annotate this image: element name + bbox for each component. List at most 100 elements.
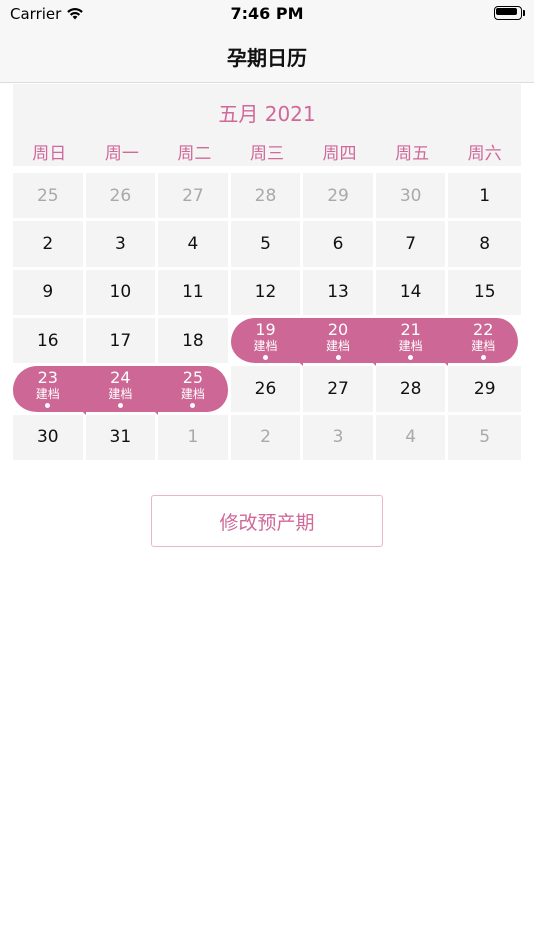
day-cell[interactable]: 18 bbox=[158, 317, 231, 367]
day-number: 2 bbox=[260, 427, 271, 448]
day-event-label: 建档 bbox=[471, 339, 496, 354]
day-cell[interactable]: 25 bbox=[13, 173, 86, 222]
day-cell[interactable]: 30 bbox=[13, 414, 86, 463]
day-cell[interactable]: 25 建档 bbox=[158, 366, 231, 415]
day-number: 23 bbox=[37, 368, 58, 388]
day-cell[interactable]: 10 bbox=[85, 269, 159, 318]
day-cell[interactable]: 28 bbox=[230, 173, 304, 222]
day-number: 21 bbox=[400, 320, 421, 340]
day-cell[interactable]: 23 建档 bbox=[13, 366, 86, 415]
day-number: 9 bbox=[42, 282, 54, 303]
month-title: 五月 2021 bbox=[218, 102, 316, 126]
day-number: 18 bbox=[182, 330, 204, 351]
app-screen: Carrier 7:46 PM 孕期日历 五月 2021 周日 周一 周二 周三… bbox=[0, 0, 534, 950]
day-event-label: 建档 bbox=[35, 387, 60, 402]
calendar-view: 五月 2021 周日 周一 周二 周三 周四 周五 周六 25 26 27 28 29 3… bbox=[13, 84, 521, 464]
event-dot-icon bbox=[117, 403, 123, 409]
page-title: 孕期日历 bbox=[227, 46, 307, 70]
day-number: 10 bbox=[109, 282, 132, 303]
day-cell[interactable]: 19 建档 bbox=[230, 317, 304, 367]
day-event-label: 建档 bbox=[108, 387, 133, 402]
day-cell[interactable]: 22 建档 bbox=[448, 317, 521, 367]
day-number: 26 bbox=[109, 185, 132, 206]
day-number: 30 bbox=[399, 185, 422, 206]
day-number: 19 bbox=[255, 320, 276, 340]
day-cell[interactable]: 16 bbox=[13, 317, 86, 367]
day-number: 24 bbox=[110, 368, 131, 388]
day-number: 6 bbox=[332, 233, 344, 254]
day-number: 20 bbox=[327, 320, 349, 340]
day-cell[interactable]: 5 bbox=[448, 414, 521, 463]
day-cell[interactable]: 2 bbox=[230, 414, 304, 463]
weekday-header: 周日 周一 周二 周三 周四 周五 周六 bbox=[13, 139, 521, 164]
day-cell[interactable]: 11 bbox=[158, 269, 231, 318]
day-cell[interactable]: 30 bbox=[375, 173, 449, 222]
day-cell[interactable]: 5 bbox=[230, 221, 304, 270]
day-number: 25 bbox=[36, 185, 59, 206]
day-number: 3 bbox=[114, 233, 126, 254]
weekday-label: 周日 bbox=[32, 144, 67, 164]
day-cell[interactable]: 7 bbox=[375, 221, 449, 270]
day-number: 3 bbox=[332, 427, 344, 448]
day-cell[interactable]: 29 bbox=[303, 173, 376, 222]
day-cell[interactable]: 24 建档 bbox=[85, 366, 159, 415]
day-cell[interactable]: 27 bbox=[303, 366, 376, 415]
day-number: 5 bbox=[479, 427, 491, 448]
day-number: 5 bbox=[260, 233, 271, 254]
day-cell[interactable]: 4 bbox=[158, 221, 231, 270]
navigation-bar: 孕期日历 bbox=[0, 30, 534, 83]
day-cell[interactable]: 1 bbox=[448, 173, 521, 222]
day-number: 13 bbox=[327, 282, 349, 303]
day-number: 27 bbox=[327, 378, 349, 399]
day-cell[interactable]: 26 bbox=[85, 173, 159, 222]
day-number: 14 bbox=[399, 282, 422, 303]
day-cell[interactable]: 2 bbox=[13, 221, 86, 270]
day-cell[interactable]: 3 bbox=[85, 221, 159, 270]
weekday-label: 周二 bbox=[177, 144, 212, 164]
day-cell[interactable]: 1 bbox=[158, 414, 231, 463]
day-number: 7 bbox=[405, 233, 417, 254]
day-cell[interactable]: 17 bbox=[85, 317, 159, 367]
day-number: 15 bbox=[473, 282, 496, 303]
day-cell[interactable]: 12 bbox=[230, 269, 304, 318]
day-number: 12 bbox=[254, 282, 277, 303]
day-cell[interactable]: 15 bbox=[448, 269, 521, 318]
event-dot-icon bbox=[190, 403, 196, 409]
day-number: 31 bbox=[109, 427, 132, 448]
day-number: 25 bbox=[182, 368, 204, 388]
day-event-label: 建档 bbox=[398, 339, 423, 354]
event-dot-icon bbox=[45, 403, 51, 409]
day-number: 29 bbox=[473, 378, 496, 399]
day-event-label: 建档 bbox=[326, 339, 351, 354]
day-cell[interactable]: 26 bbox=[230, 366, 304, 415]
day-cell[interactable]: 21 建档 bbox=[375, 317, 449, 367]
edit-due-date-button[interactable]: 修改预产期 bbox=[151, 495, 383, 547]
day-cell[interactable]: 8 bbox=[448, 221, 521, 270]
day-cell[interactable]: 3 bbox=[303, 414, 376, 463]
weekday-label: 周一 bbox=[104, 144, 139, 164]
day-cell[interactable]: 20 建档 bbox=[303, 317, 376, 367]
day-cell[interactable]: 29 bbox=[448, 366, 521, 415]
day-number: 8 bbox=[479, 233, 491, 254]
day-cell[interactable]: 6 bbox=[303, 221, 376, 270]
day-number: 11 bbox=[182, 282, 204, 303]
day-cell[interactable]: 14 bbox=[375, 269, 449, 318]
day-event-label: 建档 bbox=[253, 339, 278, 354]
day-number: 1 bbox=[479, 185, 491, 206]
day-number: 26 bbox=[254, 378, 277, 399]
event-dot-icon bbox=[262, 355, 268, 361]
day-number: 16 bbox=[36, 330, 59, 351]
event-dot-icon bbox=[335, 355, 341, 361]
day-number: 28 bbox=[399, 378, 422, 399]
day-cell[interactable]: 9 bbox=[13, 269, 86, 318]
day-number: 1 bbox=[187, 427, 199, 448]
day-cell[interactable]: 31 bbox=[85, 414, 159, 463]
day-grid: 25 26 27 28 29 30 1 2 3 4 5 6 7 8 9 10 11 12 13 14 15 16 17 18 1… bbox=[13, 173, 521, 463]
day-cell[interactable]: 13 bbox=[303, 269, 376, 318]
day-cell[interactable]: 27 bbox=[158, 173, 231, 222]
day-number: 28 bbox=[254, 185, 277, 206]
day-number: 30 bbox=[36, 427, 59, 448]
day-cell[interactable]: 28 bbox=[375, 366, 449, 415]
day-number: 4 bbox=[405, 427, 417, 448]
day-cell[interactable]: 4 bbox=[375, 414, 449, 463]
